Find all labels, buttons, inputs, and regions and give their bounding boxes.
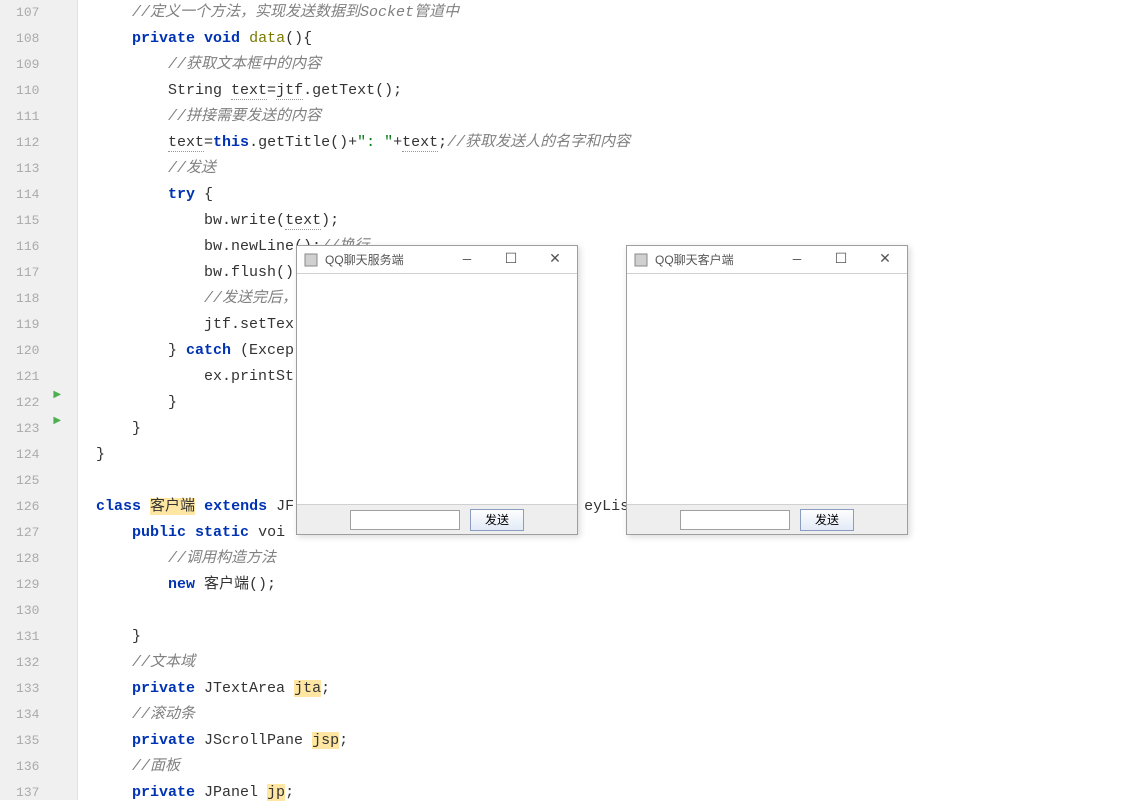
- code-text: }: [132, 420, 141, 437]
- code-text: bw: [204, 212, 222, 229]
- var: text: [285, 212, 321, 230]
- keyword: this: [213, 134, 249, 151]
- java-icon: [303, 252, 319, 268]
- window-title: QQ聊天服务端: [325, 251, 445, 268]
- comment: //面板: [132, 758, 180, 775]
- gutter-markers: ▶ ▶: [47, 0, 77, 806]
- comment: //拼接需要发送的内容: [168, 108, 321, 125]
- keyword: private: [132, 784, 195, 801]
- var: text: [402, 134, 438, 152]
- chat-bottom-panel: 发送: [297, 504, 577, 534]
- gutter: 1071081091101111121131141151161171181191…: [0, 0, 78, 800]
- close-button[interactable]: ✕: [533, 246, 577, 274]
- code-text: bw: [204, 238, 222, 255]
- code-text: voi: [249, 524, 285, 541]
- code-text: [186, 524, 195, 541]
- code-text: JScrollPane: [195, 732, 312, 749]
- code-text: +: [393, 134, 402, 151]
- comment: //文本域: [132, 654, 195, 671]
- code-text: }: [132, 628, 141, 645]
- keyword: class: [96, 498, 141, 515]
- code-text: JTextArea: [195, 680, 294, 697]
- minimize-button[interactable]: —: [775, 246, 819, 274]
- titlebar[interactable]: QQ聊天服务端 — ☐ ✕: [297, 246, 577, 274]
- comment: //定义一个方法，实现发送数据到Socket管道中: [132, 4, 459, 21]
- code-text: =: [204, 134, 213, 151]
- chat-text-area[interactable]: [627, 274, 907, 504]
- code-text: (Excep: [231, 342, 294, 359]
- keyword: try: [168, 186, 195, 203]
- code-text: bw: [204, 264, 222, 281]
- code-text: jtf: [204, 316, 231, 333]
- comment: //获取发送人的名字和内容: [447, 134, 630, 151]
- maximize-button[interactable]: ☐: [819, 246, 863, 274]
- code-text: .write(: [222, 212, 285, 229]
- var: text: [231, 82, 267, 100]
- code-text: ;: [339, 732, 348, 749]
- keyword: void: [204, 30, 240, 47]
- code-text: ;: [285, 784, 294, 801]
- maximize-button[interactable]: ☐: [489, 246, 533, 274]
- code-text: ex.printSt: [204, 368, 294, 385]
- code-text: ;: [438, 134, 447, 151]
- send-button[interactable]: 发送: [800, 509, 854, 531]
- comment: //滚动条: [132, 706, 195, 723]
- code-text: String: [168, 82, 231, 99]
- code-text: 客户端();: [195, 576, 276, 593]
- message-input[interactable]: [680, 510, 790, 530]
- chat-bottom-panel: 发送: [627, 504, 907, 534]
- keyword: static: [195, 524, 249, 541]
- keyword: catch: [186, 342, 231, 359]
- code-text: JPanel: [195, 784, 267, 801]
- keyword: private: [132, 732, 195, 749]
- run-marker-icon[interactable]: ▶: [53, 415, 61, 427]
- comment: //获取文本框中的内容: [168, 56, 321, 73]
- code-text: .getTitle()+: [249, 134, 357, 151]
- keyword: private: [132, 680, 195, 697]
- code-text: );: [321, 212, 339, 229]
- code-text: }: [168, 394, 177, 411]
- code-text: (){: [285, 30, 312, 47]
- window-title: QQ聊天客户端: [655, 251, 775, 268]
- keyword: new: [168, 576, 195, 593]
- chat-client-window[interactable]: QQ聊天客户端 — ☐ ✕ 发送: [626, 245, 908, 535]
- minimize-button[interactable]: —: [445, 246, 489, 274]
- code-text: .flush(): [222, 264, 294, 281]
- var: text: [168, 134, 204, 152]
- code-text: [141, 498, 150, 515]
- code-text: }: [168, 342, 186, 359]
- chat-text-area[interactable]: [297, 274, 577, 504]
- run-marker-icon[interactable]: ▶: [53, 389, 61, 401]
- var: jtf: [276, 82, 303, 100]
- code-text: }: [96, 446, 105, 463]
- field: jp: [267, 784, 285, 801]
- comment: //调用构造方法: [168, 550, 276, 567]
- field: jta: [294, 680, 321, 697]
- message-input[interactable]: [350, 510, 460, 530]
- code-text: {: [195, 186, 213, 203]
- code-text: eyLis: [584, 498, 629, 515]
- keyword: public: [132, 524, 186, 541]
- code-text: .getText();: [303, 82, 402, 99]
- class-name: 客户端: [150, 498, 195, 515]
- method-name: data: [249, 30, 285, 47]
- code-text: =: [267, 82, 276, 99]
- chat-server-window[interactable]: QQ聊天服务端 — ☐ ✕ 发送: [296, 245, 578, 535]
- code-text: JF: [267, 498, 294, 515]
- field: jsp: [312, 732, 339, 749]
- send-button[interactable]: 发送: [470, 509, 524, 531]
- java-icon: [633, 252, 649, 268]
- code-text: .setTex: [231, 316, 294, 333]
- comment: //发送完后，: [204, 290, 297, 307]
- code-text: ;: [321, 680, 330, 697]
- keyword: private: [132, 30, 195, 47]
- keyword: extends: [204, 498, 267, 515]
- code-text: [195, 498, 204, 515]
- close-button[interactable]: ✕: [863, 246, 907, 274]
- line-numbers: 1071081091101111121131141151161171181191…: [0, 0, 47, 806]
- comment: //发送: [168, 160, 216, 177]
- titlebar[interactable]: QQ聊天客户端 — ☐ ✕: [627, 246, 907, 274]
- code-area[interactable]: //定义一个方法，实现发送数据到Socket管道中 private void d…: [78, 0, 1137, 800]
- string: ": ": [357, 134, 393, 151]
